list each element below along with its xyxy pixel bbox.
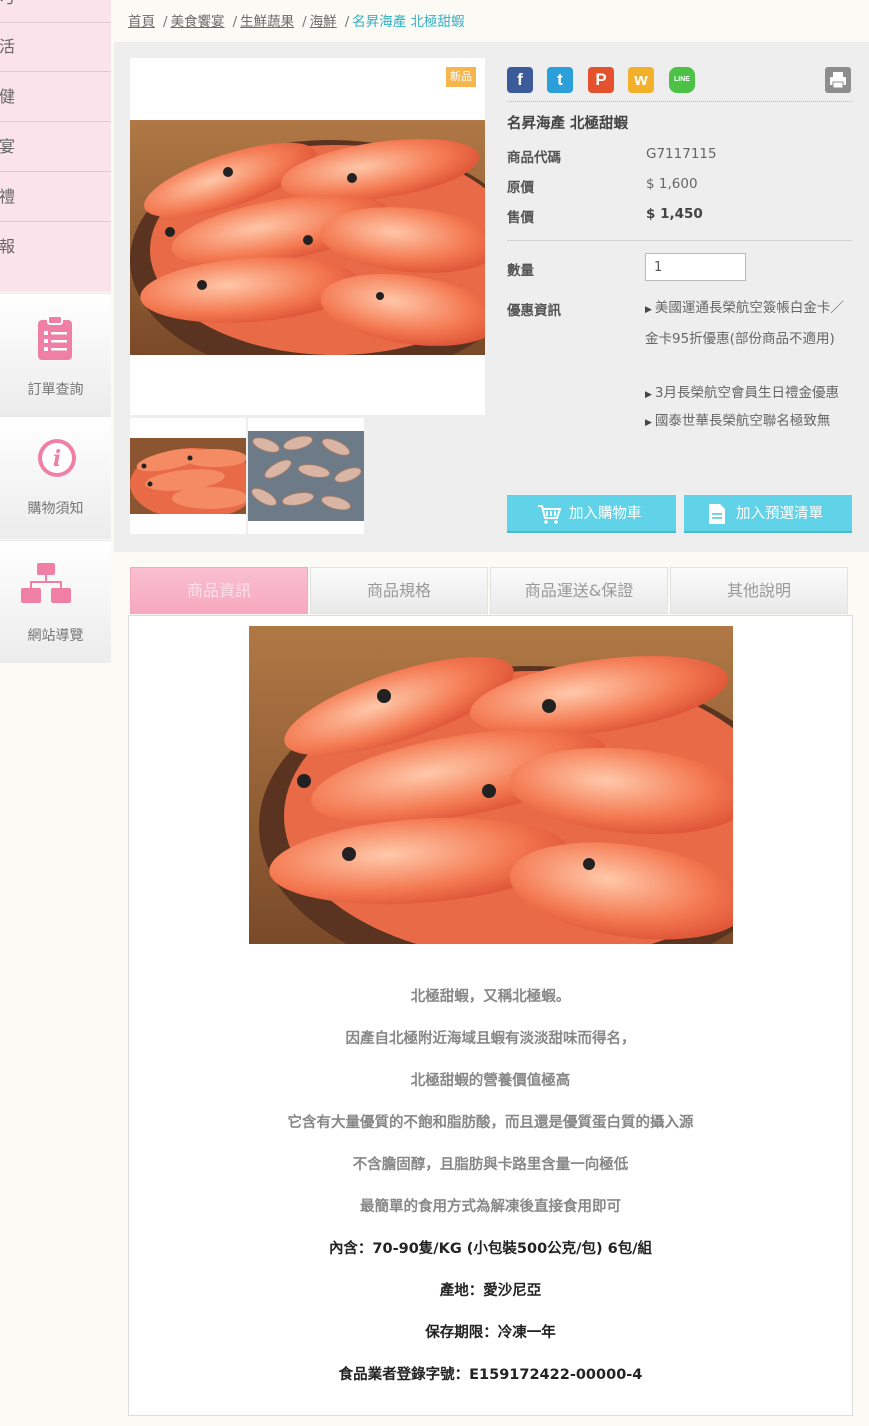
add-to-wishlist-button[interactable]: 加入預選清單 xyxy=(684,495,852,533)
order-query-link[interactable]: 訂單查詢 xyxy=(0,293,111,416)
share-divider xyxy=(507,101,852,102)
sale-price: $ 1,450 xyxy=(646,206,703,222)
sidebar-menu: 刁 活 健 宴 禮 報 xyxy=(0,0,111,292)
promo-label: 優惠資訊 xyxy=(507,303,561,319)
sidebar-item-5[interactable]: 報 xyxy=(0,222,111,271)
description-line-6: 最簡單的食用方式為解凍後直接食用即可 xyxy=(360,1199,621,1215)
code-label: 商品代碼 xyxy=(507,150,561,166)
new-badge: 新品 xyxy=(446,67,476,87)
product-thumbnail-2[interactable] xyxy=(248,418,364,534)
cart-icon xyxy=(538,505,561,524)
sale-price-label: 售價 xyxy=(507,210,534,226)
sitemap-icon xyxy=(21,563,71,603)
original-price-label: 原價 xyxy=(507,180,534,196)
facebook-share-icon[interactable]: f xyxy=(507,67,533,93)
breadcrumb-separator: / xyxy=(232,14,238,30)
breadcrumb-fresh[interactable]: 生鮮蔬果 xyxy=(240,14,294,30)
breadcrumb: 首頁 / 美食饗宴 / 生鮮蔬果 / 海鮮 / 名昇海產 北極甜蝦 xyxy=(128,10,828,32)
shopping-info-link[interactable]: i 購物須知 xyxy=(0,416,111,539)
bullet-triangle-icon: ▶ xyxy=(645,305,652,315)
breadcrumb-home[interactable]: 首頁 xyxy=(128,14,155,30)
plurk-share-icon[interactable]: P xyxy=(588,67,614,93)
order-query-label: 訂單查詢 xyxy=(27,382,84,398)
sidebar-item-3[interactable]: 宴 xyxy=(0,122,111,172)
product-main-image-box: 新品 xyxy=(130,58,485,415)
add-to-cart-label: 加入購物車 xyxy=(569,506,642,522)
shopping-info-label: 購物須知 xyxy=(27,501,84,517)
promo-text-2: 3月長榮航空會員生日禮金優惠 xyxy=(654,385,840,401)
quantity-label: 數量 xyxy=(507,263,534,279)
svg-text:i: i xyxy=(53,446,61,472)
promo-item-1: ▶ 美國運通長榮航空簽帳白金卡／金卡95折優惠(部份商品不適用) xyxy=(645,294,853,353)
breadcrumb-separator: / xyxy=(344,14,350,30)
weibo-share-icon[interactable]: w xyxy=(628,67,654,93)
breadcrumb-current: 名昇海產 北極甜蝦 xyxy=(352,14,465,30)
sidebar-item-4[interactable]: 禮 xyxy=(0,172,111,222)
promo-item-2: ▶ 3月長榮航空會員生日禮金優惠 xyxy=(645,379,853,410)
original-price: $ 1,600 xyxy=(646,176,698,192)
product-code: G7117115 xyxy=(646,146,717,162)
breadcrumb-separator: / xyxy=(302,14,307,30)
promo-text-3: 國泰世華長榮航空聯名極致無 xyxy=(654,413,831,429)
spec-registration-no: 食品業者登錄字號：E159172422-00000-4 xyxy=(338,1367,643,1383)
spec-origin: 產地：愛沙尼亞 xyxy=(439,1283,542,1299)
sitemap-link[interactable]: 網站導覽 xyxy=(0,540,111,663)
document-icon xyxy=(709,504,725,524)
quantity-input[interactable] xyxy=(645,253,746,281)
tab-product-info[interactable]: 商品資訊 xyxy=(130,567,308,614)
description-line-2: 因產自北極附近海域且蝦有淡淡甜味而得名， xyxy=(345,1031,636,1047)
print-icon[interactable] xyxy=(825,67,851,93)
sidebar: 刁 活 健 宴 禮 報 訂單查詢 i 購物須知 xyxy=(0,0,111,1426)
breadcrumb-separator: / xyxy=(163,14,168,30)
thumbnail-shrimp-image xyxy=(130,438,246,514)
product-main-image xyxy=(130,120,485,355)
promo-item-3: ▶ 國泰世華長榮航空聯名極致無 xyxy=(645,407,853,438)
breadcrumb-gourmet[interactable]: 美食饗宴 xyxy=(171,14,225,30)
sitemap-label: 網站導覽 xyxy=(27,628,84,644)
info-circle-icon: i xyxy=(38,439,76,477)
bullet-triangle-icon: ▶ xyxy=(645,390,652,400)
spec-shelf-life: 保存期限：冷凍一年 xyxy=(425,1325,556,1341)
product-detail-image xyxy=(249,626,733,944)
description-line-5: 不含膽固醇，且脂肪與卡路里含量一向極低 xyxy=(352,1157,629,1173)
bullet-triangle-icon: ▶ xyxy=(645,418,652,428)
add-to-wishlist-label: 加入預選清單 xyxy=(736,506,823,522)
tab-other-notes[interactable]: 其他說明 xyxy=(670,567,848,614)
twitter-share-icon[interactable]: t xyxy=(547,67,573,93)
breadcrumb-seafood[interactable]: 海鮮 xyxy=(310,14,337,30)
clipboard-list-icon xyxy=(38,315,72,360)
product-name: 名昇海產 北極甜蝦 xyxy=(507,116,629,132)
spec-contents: 內含：70-90隻/KG (小包裝500公克/包) 6包/組 xyxy=(328,1241,653,1257)
product-thumbnail-1[interactable] xyxy=(130,418,246,534)
tab-product-spec[interactable]: 商品規格 xyxy=(310,567,488,614)
line-share-icon[interactable]: LINE xyxy=(669,67,695,93)
description-line-3: 北極甜蝦的營養價值極高 xyxy=(410,1073,571,1089)
promo-text-1: 美國運通長榮航空簽帳白金卡／金卡95折優惠(部份商品不適用) xyxy=(645,300,844,347)
tab-shipping-guarantee[interactable]: 商品運送&保證 xyxy=(490,567,668,614)
info-divider xyxy=(507,240,852,241)
sidebar-item-2[interactable]: 健 xyxy=(0,72,111,122)
thumbnail-frozen-shrimp-image xyxy=(248,431,364,521)
sidebar-item-1[interactable]: 活 xyxy=(0,22,111,72)
description-line-4: 它含有大量優質的不飽和脂肪酸，而且還是優質蛋白質的攝入源 xyxy=(287,1115,694,1131)
description-line-1: 北極甜蝦，又稱北極蝦。 xyxy=(410,989,571,1005)
add-to-cart-button[interactable]: 加入購物車 xyxy=(507,495,676,533)
sidebar-item-partial[interactable]: 刁 xyxy=(0,0,111,23)
